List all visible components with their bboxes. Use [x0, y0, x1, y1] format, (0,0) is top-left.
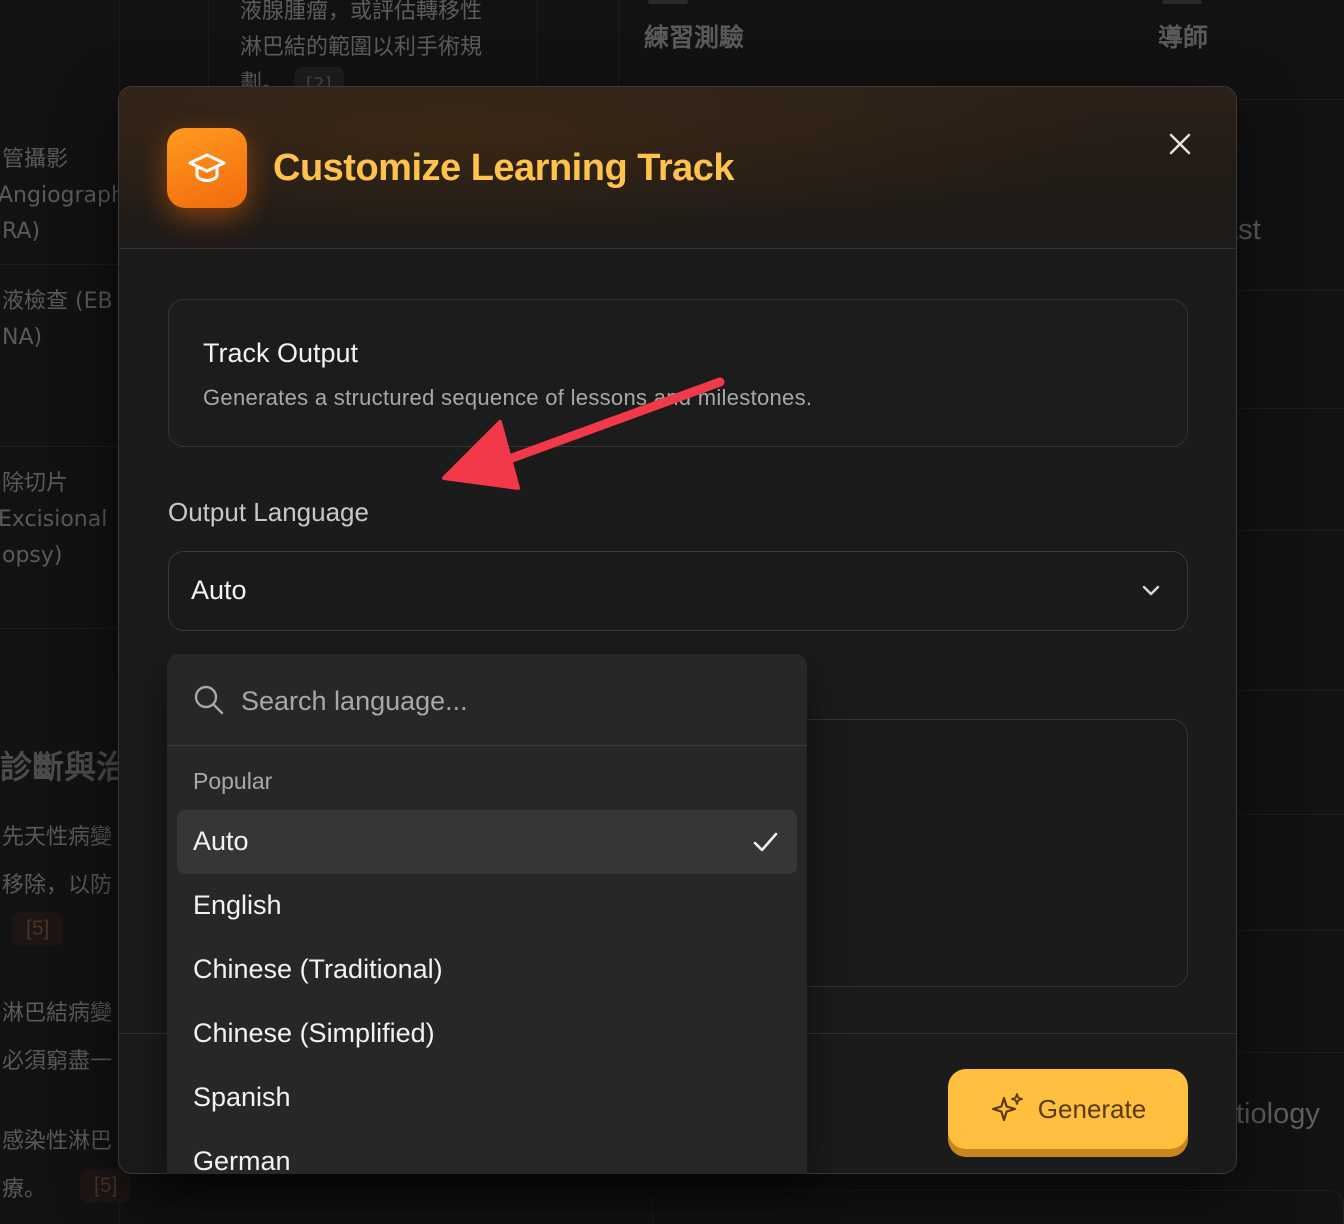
- divider: [0, 628, 120, 629]
- background-text-line: 必須窮盡一: [2, 1049, 113, 1074]
- close-button[interactable]: [1163, 127, 1197, 161]
- background-text-line: RA): [2, 219, 41, 244]
- background-list-item: 管攝影 Angiograph RA): [0, 142, 125, 250]
- output-language-select[interactable]: Auto: [168, 551, 1188, 631]
- tab-tutor[interactable]: 導師: [1158, 18, 1208, 54]
- language-option-english[interactable]: English: [177, 874, 797, 938]
- language-option-auto[interactable]: Auto: [177, 810, 797, 874]
- background-card: [652, 1190, 1344, 1224]
- divider: [1236, 530, 1344, 531]
- divider: [1236, 814, 1344, 815]
- language-search-input[interactable]: [241, 680, 761, 722]
- background-text-line: 除切片: [2, 471, 69, 496]
- divider: [0, 446, 120, 447]
- background-text-line: Angiograph: [0, 183, 125, 208]
- background-text-line: 液腺腫瘤，或評估轉移性: [240, 0, 483, 24]
- generate-button-label: Generate: [1037, 1093, 1147, 1124]
- sparkles-icon: [991, 1093, 1023, 1122]
- tab-indicator: [1162, 0, 1202, 4]
- modal-title: Customize Learning Track: [273, 147, 735, 189]
- background-text-line: 感染性淋巴: [2, 1129, 113, 1154]
- background-list-item: 除切片 Excisional opsy): [0, 466, 108, 574]
- language-option-label: Auto: [193, 826, 249, 856]
- background-list-item: 淋巴結病變 必須窮盡一: [2, 990, 112, 1086]
- output-language-label: Output Language: [168, 497, 369, 527]
- background-text-line: Excisional: [0, 507, 108, 532]
- language-option-label: Chinese (Traditional): [193, 954, 443, 984]
- language-option-german[interactable]: German: [177, 1130, 797, 1174]
- language-dropdown: Popular Auto English Chinese (Traditiona…: [167, 654, 807, 1174]
- background-list-item: 先天性病變 移除，以防: [2, 814, 112, 910]
- background-text-line: NA): [2, 325, 43, 350]
- check-icon: [751, 828, 779, 861]
- generate-button[interactable]: Generate: [948, 1069, 1188, 1149]
- language-option-spanish[interactable]: Spanish: [177, 1066, 797, 1130]
- language-option-label: English: [193, 890, 282, 920]
- background-text-line: 液檢查 (EB: [2, 289, 113, 314]
- divider: [1236, 408, 1344, 409]
- divider: [1236, 930, 1344, 931]
- divider: [0, 264, 120, 265]
- language-option-label: Spanish: [193, 1082, 291, 1112]
- tab-indicator: [648, 0, 688, 4]
- background-text-line: 先天性病變: [2, 825, 113, 850]
- background-section-title: 診斷與治: [0, 748, 129, 786]
- graduation-cap-icon: [167, 128, 247, 208]
- divider: [1236, 690, 1344, 691]
- language-option-label: German: [193, 1146, 291, 1174]
- background-text-fragment: tiology: [1236, 1098, 1320, 1130]
- search-icon: [193, 684, 225, 721]
- reference-badge[interactable]: [5]: [12, 912, 64, 946]
- language-option-label: Chinese (Simplified): [193, 1018, 435, 1048]
- background-text-line: 淋巴結的範圍以利手術規: [240, 35, 483, 60]
- background-text-line: opsy): [2, 543, 63, 568]
- language-option-chinese-simplified[interactable]: Chinese (Simplified): [177, 1002, 797, 1066]
- chevron-down-icon: [1139, 578, 1163, 607]
- language-search: [167, 654, 807, 746]
- background-text-line: 淋巴結病變: [2, 1001, 113, 1026]
- annotation-arrow-icon: [442, 377, 725, 490]
- tab-practice-quiz[interactable]: 練習測驗: [644, 18, 744, 54]
- divider: [1236, 290, 1344, 291]
- track-output-title: Track Output: [203, 338, 359, 368]
- output-language-value: Auto: [191, 575, 247, 605]
- background-text-line: 移除，以防: [2, 873, 113, 898]
- popular-group-label: Popular: [193, 768, 273, 794]
- close-icon: [1169, 133, 1191, 155]
- background-text-line: 管攝影: [2, 147, 69, 172]
- divider: [1236, 1052, 1344, 1053]
- background-list-item: 液檢查 (EB NA): [2, 284, 113, 356]
- language-option-chinese-traditional[interactable]: Chinese (Traditional): [177, 938, 797, 1002]
- reference-badge[interactable]: [5]: [80, 1169, 132, 1203]
- modal-header: Customize Learning Track: [119, 87, 1236, 249]
